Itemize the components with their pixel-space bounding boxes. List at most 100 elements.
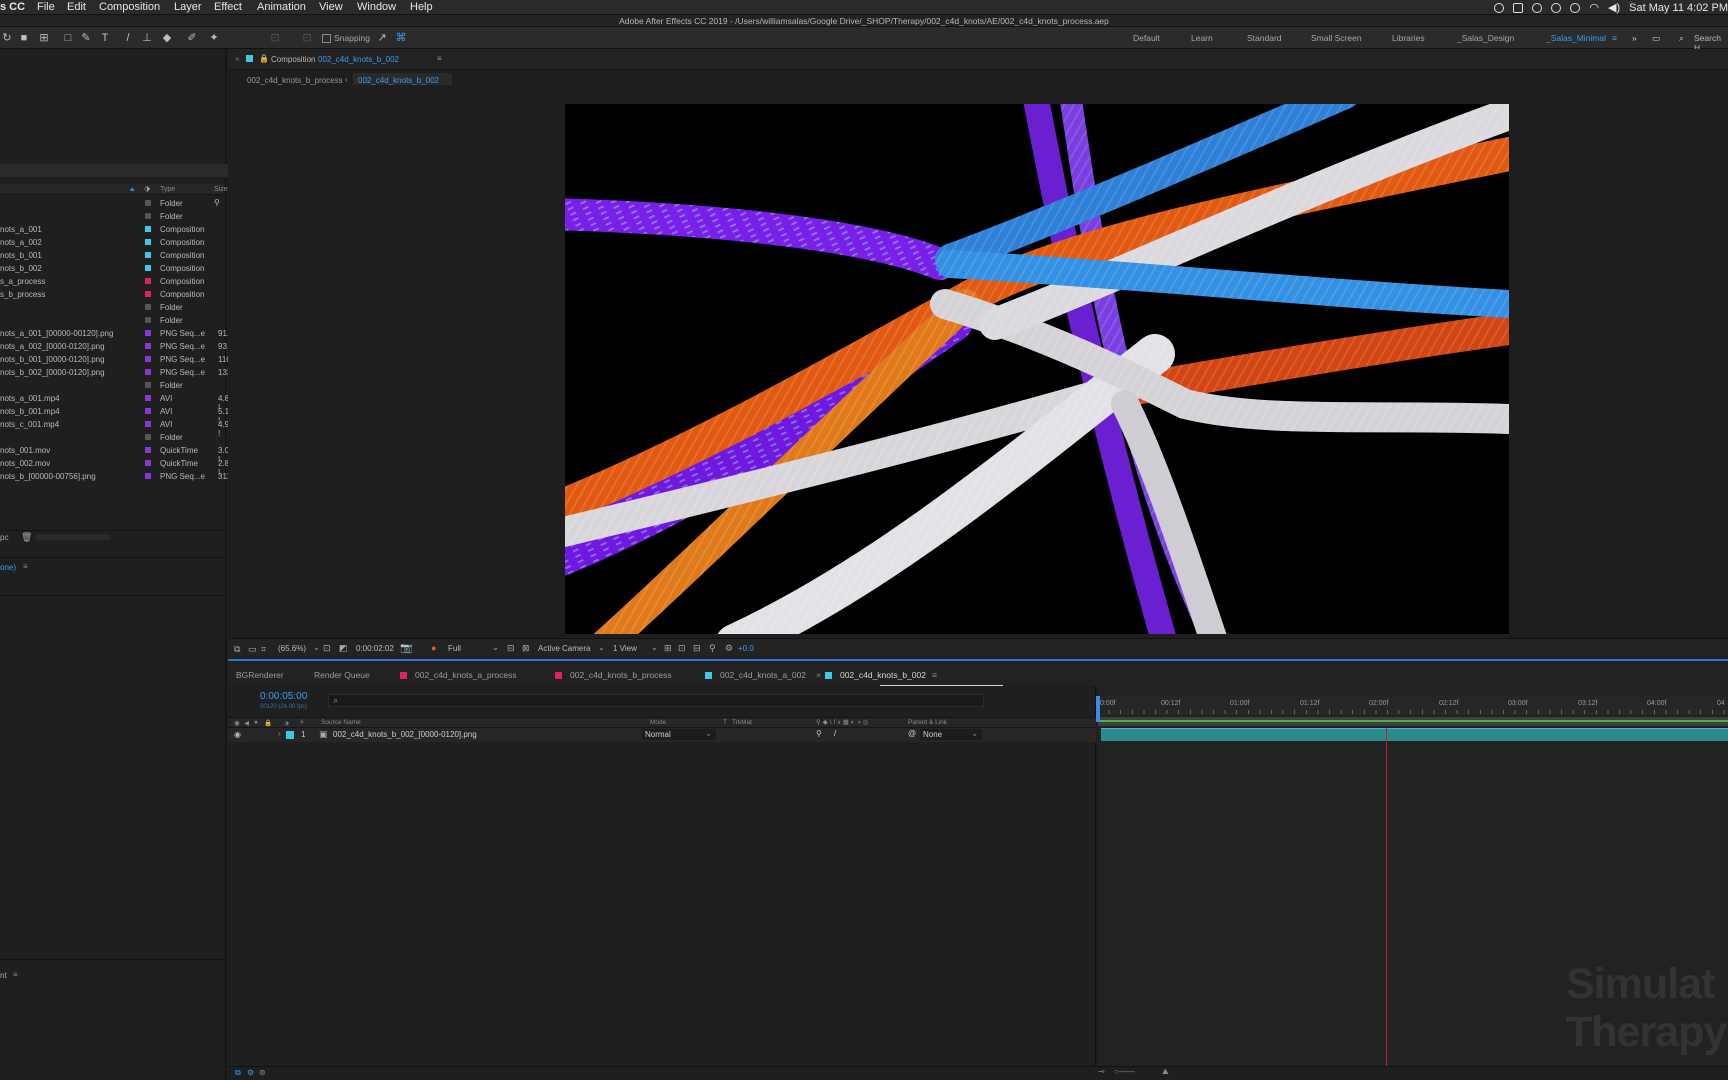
tab-knots-a-process[interactable]: 002_c4d_knots_a_process: [400, 670, 517, 680]
project-item[interactable]: nots_b_001.mp4 AVI 5.1 !: [0, 405, 229, 425]
project-item[interactable]: s_b_process Composition: [0, 288, 224, 301]
layer-color-label[interactable]: [286, 731, 294, 739]
solo-switch-icon[interactable]: ●: [254, 719, 258, 726]
creative-cloud-icon[interactable]: [1532, 2, 1543, 13]
layer-duration-bar[interactable]: [1101, 728, 1728, 741]
workspace-menu-icon[interactable]: ≡: [1612, 33, 1617, 43]
sync-settings-icon[interactable]: ▭: [1652, 33, 1660, 44]
panel-menu-icon[interactable]: ≡: [13, 970, 18, 979]
project-item-label[interactable]: [145, 395, 151, 401]
timeline-search-input[interactable]: ⌕: [328, 694, 984, 707]
comp-flowchart-icon[interactable]: ⊟: [693, 643, 701, 654]
exposure-value[interactable]: +0.0: [738, 644, 754, 653]
project-item-label[interactable]: [145, 434, 151, 440]
workspace-small-screen[interactable]: Small Screen: [1311, 33, 1362, 43]
menu-window[interactable]: Window: [357, 1, 396, 13]
workspace-standard[interactable]: Standard: [1247, 33, 1282, 43]
expand-chevron-icon[interactable]: ›: [278, 729, 281, 738]
project-item-label[interactable]: [145, 291, 151, 297]
zoom-in-icon[interactable]: ⛰: [1162, 1067, 1169, 1077]
safe-zones-icon[interactable]: ⊡: [323, 643, 331, 654]
composition-tab-name[interactable]: 002_c4d_knots_b_002: [318, 55, 399, 64]
in-out-toggle-icon[interactable]: ⊚: [259, 1068, 266, 1077]
sort-arrow-icon[interactable]: ⏶: [129, 185, 135, 195]
pan-behind-tool-icon[interactable]: ⊞: [37, 31, 51, 45]
project-item[interactable]: nots_c_001.mp4 AVI 4.9 !: [0, 418, 229, 438]
tab-render-queue[interactable]: Render Queue: [314, 670, 370, 680]
current-time-indicator-head[interactable]: [1096, 696, 1100, 722]
project-item-label[interactable]: [145, 460, 151, 466]
clock[interactable]: Sat May 11 4:02 PM: [1629, 2, 1728, 14]
pixel-aspect-icon[interactable]: ⊞: [664, 643, 672, 654]
panel-menu-icon[interactable]: ≡: [23, 562, 28, 571]
dropbox-icon[interactable]: [1570, 2, 1581, 13]
snapshot-camera-icon[interactable]: 📷: [400, 643, 412, 654]
project-item-label[interactable]: [145, 265, 151, 271]
workspace-salas-minimal[interactable]: _Salas_Minimal: [1546, 33, 1606, 43]
label-column-icon[interactable]: ⬗: [284, 719, 289, 727]
time-ruler[interactable]: 0:00f 00:12f 01:00f 01:12f 02:00f 02:12f…: [1097, 696, 1728, 716]
project-item-label[interactable]: [145, 382, 151, 388]
eraser-tool-icon[interactable]: ◆: [160, 31, 174, 45]
project-item[interactable]: nots_a_001_[00000-00120].png PNG Seq...e 9…: [0, 327, 234, 340]
menu-view[interactable]: View: [319, 1, 343, 13]
tab-knots-b-002[interactable]: × 002_c4d_knots_b_002 ≡: [816, 670, 937, 680]
menu-file[interactable]: File: [37, 1, 55, 13]
notification-icon[interactable]: [1513, 2, 1524, 13]
flowchart-icon[interactable]: ⚲: [709, 643, 716, 654]
layer-switches-toggle-icon[interactable]: ⧉: [235, 1068, 241, 1078]
effect-controls-label[interactable]: one): [0, 563, 16, 572]
fast-previews-icon[interactable]: ⊟: [507, 643, 515, 654]
camera-dropdown[interactable]: Active Camera: [538, 644, 590, 653]
column-size[interactable]: Size: [214, 186, 228, 193]
menu-edit[interactable]: Edit: [67, 1, 86, 13]
column-mode[interactable]: Mode: [650, 719, 666, 726]
workspace-default[interactable]: Default: [1133, 33, 1160, 43]
breadcrumb-parent[interactable]: 002_c4d_knots_b_process: [247, 76, 343, 85]
project-item-label[interactable]: [145, 317, 151, 323]
project-item[interactable]: nots_b_002_[0000-0120].png PNG Seq...e 132: [0, 366, 231, 379]
view-layout-dropdown[interactable]: 1 View: [613, 644, 637, 653]
menu-animation[interactable]: Animation: [257, 1, 306, 13]
column-number[interactable]: #: [300, 719, 304, 726]
project-item-label[interactable]: [145, 304, 151, 310]
project-item-label[interactable]: [145, 343, 151, 349]
project-item[interactable]: Folder: [0, 301, 224, 314]
roto-brush-tool-icon[interactable]: ✐: [185, 31, 199, 45]
project-item[interactable]: Folder: [0, 197, 224, 210]
composition-tab-prefix[interactable]: Composition: [271, 55, 315, 64]
world-axis-icon[interactable]: ⊡: [300, 31, 314, 45]
project-item[interactable]: s_a_process Composition: [0, 275, 224, 288]
project-item-label[interactable]: [145, 473, 151, 479]
menu-composition[interactable]: Composition: [99, 1, 160, 13]
color-channels-icon[interactable]: ●: [431, 643, 436, 653]
snap-edge-icon[interactable]: ↗: [375, 31, 389, 45]
eye-icon[interactable]: ◉: [234, 730, 241, 739]
app-menu[interactable]: s CC: [0, 1, 25, 13]
project-item[interactable]: Folder: [0, 431, 224, 444]
project-item-label[interactable]: [145, 213, 151, 219]
project-item[interactable]: nots_001.mov QuickTime 3.0 !: [0, 444, 229, 464]
type-tool-icon[interactable]: T: [98, 31, 112, 45]
lock-switch-icon[interactable]: 🔒: [264, 719, 272, 727]
panel-menu-icon[interactable]: ≡: [932, 670, 937, 680]
clone-stamp-tool-icon[interactable]: ⊥: [140, 31, 154, 45]
project-item[interactable]: nots_a_002_[0000-0120].png PNG Seq...e 93.…: [0, 340, 234, 353]
tab-bgrenderer[interactable]: BGRenderer: [236, 670, 284, 680]
lock-icon[interactable]: 🔒: [259, 54, 269, 63]
audio-switch-icon[interactable]: ◀: [244, 719, 249, 727]
project-item[interactable]: nots_a_002 Composition: [0, 236, 224, 249]
volume-icon[interactable]: ◀): [1608, 1, 1620, 14]
hierarchy-icon[interactable]: ⚲: [214, 198, 220, 207]
column-type[interactable]: Type: [160, 186, 175, 193]
wifi-icon[interactable]: ◠: [1589, 1, 1599, 14]
parent-dropdown[interactable]: None ⌄: [920, 729, 982, 740]
column-parent-link[interactable]: Parent & Link: [908, 719, 947, 726]
project-item[interactable]: nots_b_002 Composition: [0, 262, 224, 275]
project-item[interactable]: nots_a_001.mp4 AVI 4.8 !: [0, 392, 229, 412]
menu-help[interactable]: Help: [410, 1, 433, 13]
project-item[interactable]: Folder: [0, 379, 224, 392]
sync-icon[interactable]: [1551, 2, 1562, 13]
transfer-controls-toggle-icon[interactable]: ⚙: [247, 1068, 254, 1077]
pen-tool-icon[interactable]: ✎: [79, 31, 93, 45]
